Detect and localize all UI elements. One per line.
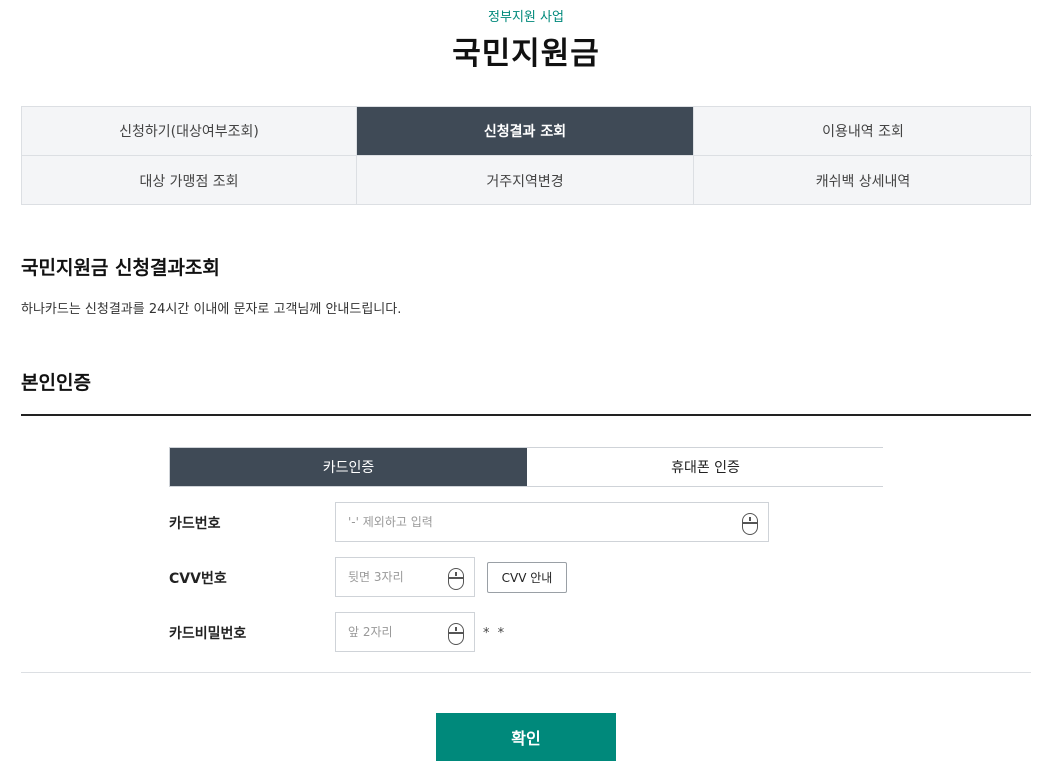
menu-item-apply[interactable]: 신청하기(대상여부조회) [22,107,357,156]
password-mask: * * [483,626,507,641]
mouse-icon[interactable] [448,568,464,590]
menu-item-region-change[interactable]: 거주지역변경 [357,156,694,205]
mouse-icon[interactable] [448,623,464,645]
tab-phone-auth[interactable]: 휴대폰 인증 [527,448,884,486]
mouse-icon[interactable] [742,513,758,535]
card-number-input[interactable] [348,503,768,541]
cvv-help-button[interactable]: CVV 안내 [487,562,567,593]
menu-item-merchants[interactable]: 대상 가맹점 조회 [22,156,357,205]
service-menu: 신청하기(대상여부조회) 신청결과 조회 이용내역 조회 대상 가맹점 조회 거… [21,106,1032,205]
card-number-label: 카드번호 [169,516,221,532]
page-eyebrow: 정부지원 사업 [488,10,564,25]
form-divider [21,672,1031,673]
page-title: 국민지원금 [452,36,600,72]
menu-item-usage[interactable]: 이용내역 조회 [694,107,1032,156]
card-password-field [335,612,475,652]
card-number-field [335,502,769,542]
menu-item-cashback[interactable]: 캐쉬백 상세내역 [694,156,1032,205]
card-password-label: 카드비밀번호 [169,626,247,642]
cvv-field [335,557,475,597]
section-title: 국민지원금 신청결과조회 [21,257,220,279]
auth-tabs: 카드인증 휴대폰 인증 [169,447,884,487]
tab-card-auth[interactable]: 카드인증 [170,448,527,486]
cvv-label: CVV번호 [169,571,227,587]
auth-divider [21,414,1031,416]
section-description: 하나카드는 신청결과를 24시간 이내에 문자로 고객님께 안내드립니다. [21,302,402,317]
confirm-button[interactable]: 확인 [436,713,616,761]
auth-title: 본인인증 [21,372,91,394]
menu-item-result[interactable]: 신청결과 조회 [357,107,694,156]
